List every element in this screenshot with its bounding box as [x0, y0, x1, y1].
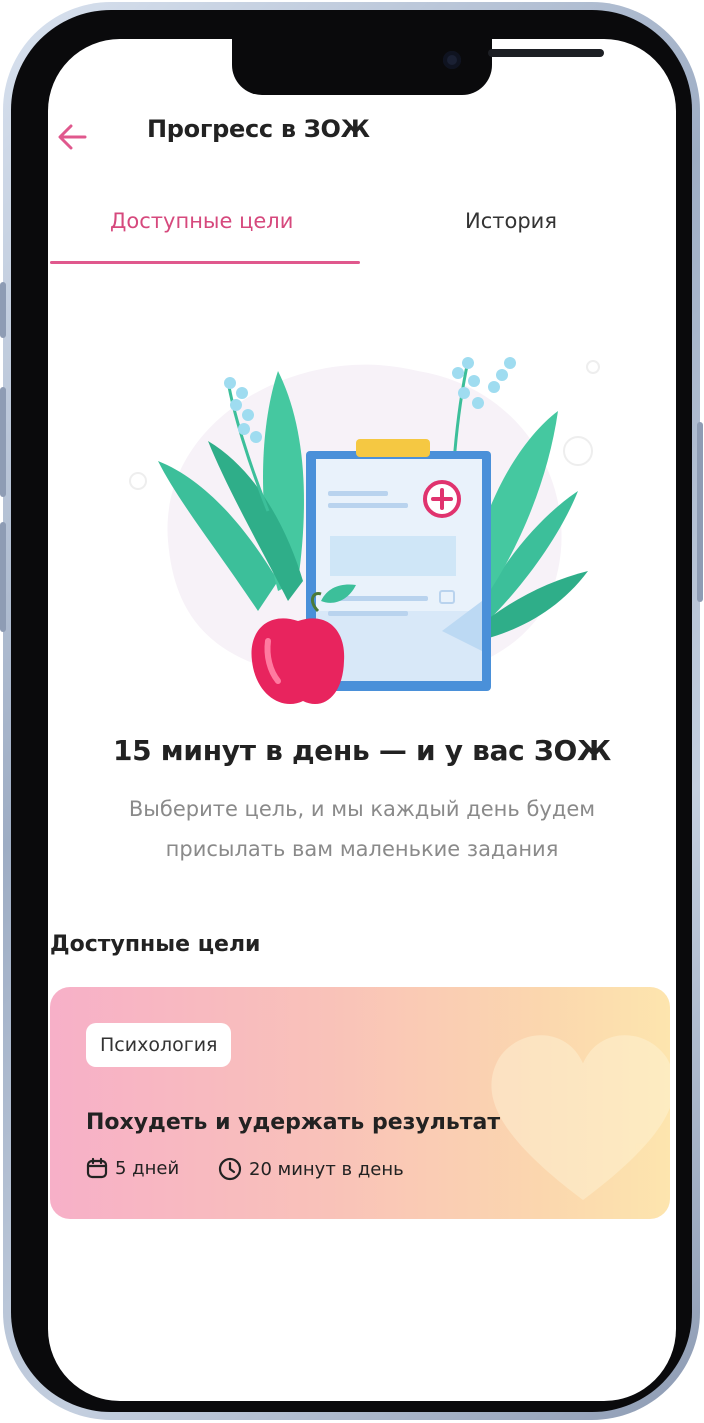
- goal-daily-time: 20 минут в день: [218, 1157, 404, 1181]
- active-tab-indicator: [50, 261, 360, 264]
- phone-frame: Прогресс в ЗОЖ Доступные цели История 15…: [0, 2, 703, 1420]
- hero-headline: 15 минут в день — и у вас ЗОЖ: [112, 734, 611, 767]
- clipboard-plants-apple-illustration: [129, 357, 600, 705]
- volume-down-button: [0, 522, 6, 632]
- speaker-grille: [488, 49, 604, 57]
- tab-available-goals[interactable]: Доступные цели: [110, 209, 293, 233]
- section-title: Доступные цели: [50, 932, 261, 957]
- front-camera: [443, 51, 461, 69]
- daily-time-label: 20 минут в день: [249, 1158, 404, 1180]
- calendar-icon: [86, 1157, 108, 1179]
- page-title: Прогресс в ЗОЖ: [147, 115, 370, 143]
- goal-title: Похудеть и удержать результат: [86, 1110, 501, 1135]
- notch: [232, 39, 604, 95]
- screen: Прогресс в ЗОЖ Доступные цели История 15…: [48, 39, 676, 1401]
- category-tag[interactable]: Психология: [86, 1023, 232, 1067]
- clock-icon: [218, 1157, 242, 1181]
- goal-duration: 5 дней: [86, 1157, 179, 1179]
- back-button[interactable]: [54, 119, 90, 155]
- tab-history[interactable]: История: [465, 209, 557, 233]
- duration-label: 5 дней: [115, 1157, 180, 1179]
- arrow-left-icon: [58, 124, 87, 150]
- phone-bezel: Прогресс в ЗОЖ Доступные цели История 15…: [11, 10, 692, 1412]
- power-button: [697, 422, 703, 602]
- volume-up-button: [0, 387, 6, 497]
- hero-subtitle: Выберите цель, и мы каждый день будем пр…: [128, 797, 596, 861]
- goal-card[interactable]: Психология Похудеть и удержать результат…: [50, 987, 670, 1219]
- action-button: [0, 282, 6, 338]
- heart-icon: [491, 1035, 670, 1200]
